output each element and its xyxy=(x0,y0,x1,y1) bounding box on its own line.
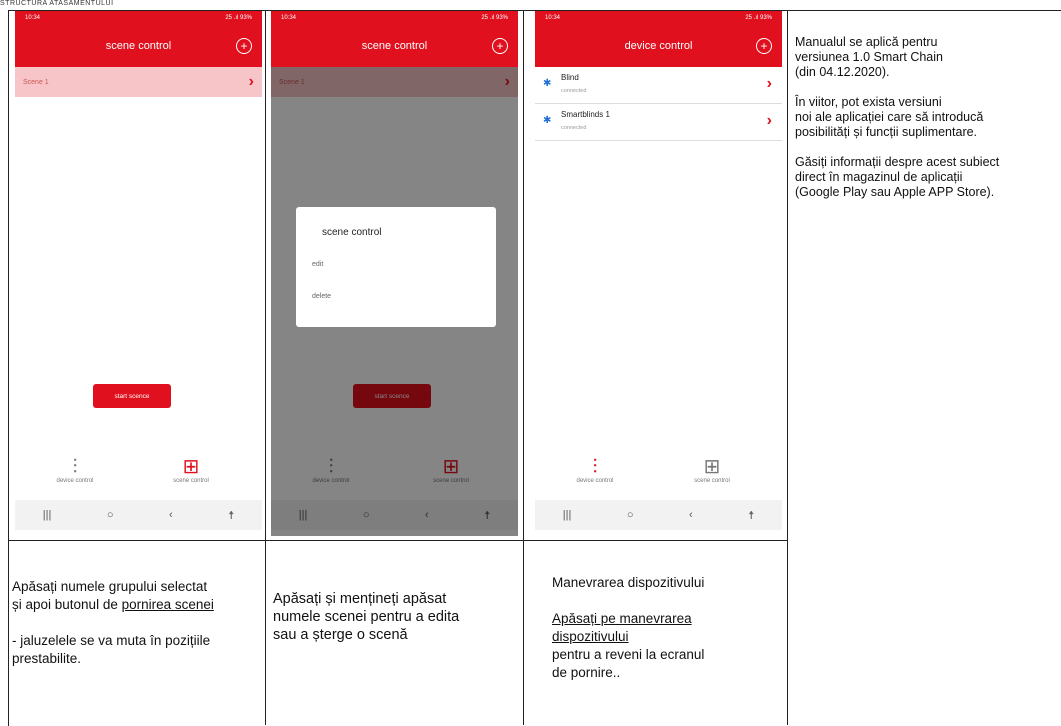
device-name: Blind xyxy=(561,73,579,82)
status-time: 10:34 xyxy=(281,15,297,21)
home-icon[interactable]: ○ xyxy=(107,509,114,521)
device-status: connected xyxy=(561,88,587,94)
home-icon[interactable]: ○ xyxy=(627,509,634,521)
android-nav-bar: ||| ○ ‹ ☨ xyxy=(15,500,262,530)
status-time: 10:34 xyxy=(25,15,41,21)
tab-scene-control[interactable]: ⊞ scene control xyxy=(151,456,231,484)
info-column: Manualul se aplică pentru versiunea 1.0 … xyxy=(795,35,1061,215)
tab-device-control[interactable]: ⫶ device control xyxy=(35,456,115,484)
tab-label: device control xyxy=(56,478,94,484)
status-indicators: 25 .ıl 93% xyxy=(481,15,508,21)
phone-screenshot-scene-control: 10:34 25 .ıl 93% scene control + Scene 1… xyxy=(15,11,262,536)
add-icon[interactable]: + xyxy=(756,38,772,54)
sliders-icon: ⫶ xyxy=(592,456,598,478)
caption-panel1: Apăsați numele grupului selectat și apoi… xyxy=(12,578,262,668)
app-title: device control xyxy=(624,40,693,52)
status-bar: 10:34 25 .ıl 93% xyxy=(271,11,518,25)
caption-line: - jaluzelele se va muta în pozițiile xyxy=(12,633,211,648)
dialog-title: scene control xyxy=(322,227,382,238)
caption-line: pentru a reveni la ecranul xyxy=(552,647,705,662)
back-icon[interactable]: ‹ xyxy=(689,509,693,521)
accessibility-icon[interactable]: ☨ xyxy=(228,509,234,522)
caption-line: prestabilite. xyxy=(12,651,82,666)
bottom-tabs: ⫶ device control ⊞ scene control xyxy=(535,456,782,500)
grid-plus-icon: ⊞ xyxy=(703,456,721,478)
add-icon[interactable]: + xyxy=(492,38,508,54)
status-bar: 10:34 25 .ıl 93% xyxy=(15,11,262,25)
tab-device-control[interactable]: ⫶ device control xyxy=(555,456,635,484)
app-title: scene control xyxy=(105,40,172,52)
app-title: scene control xyxy=(361,40,428,52)
row-divider xyxy=(8,540,787,541)
sliders-icon: ⫶ xyxy=(72,456,78,478)
bottom-tabs: ⫶ device control ⊞ scene control xyxy=(15,456,262,500)
device-status: connected xyxy=(561,125,587,131)
status-time: 10:34 xyxy=(545,15,561,21)
caption-link: dispozitivului xyxy=(552,629,629,644)
info-paragraph: Găsiți informații despre acest subiect d… xyxy=(795,155,1000,199)
caption-line: și apoi butonul de pornirea scenei xyxy=(12,596,262,614)
scene-list-item[interactable]: Scene 1 › xyxy=(15,67,262,97)
start-scene-button[interactable]: start scence xyxy=(93,384,171,408)
tab-label: scene control xyxy=(694,478,730,484)
app-bar: device control + xyxy=(535,25,782,67)
recents-icon[interactable]: ||| xyxy=(563,509,572,521)
caption-line: sau a șterge o scenă xyxy=(273,627,408,643)
delete-option[interactable]: delete xyxy=(312,293,331,300)
status-bar: 10:34 25 .ıl 93% xyxy=(535,11,782,25)
caption-line: Apăsați numele grupului selectat xyxy=(12,579,208,594)
status-indicators: 25 .ıl 93% xyxy=(225,15,252,21)
device-list-item[interactable]: ✱ Smartblinds 1 connected › xyxy=(535,104,782,141)
device-name: Smartblinds 1 xyxy=(561,110,610,119)
status-indicators: 25 .ıl 93% xyxy=(745,15,772,21)
column-divider xyxy=(787,10,788,725)
back-icon[interactable]: ‹ xyxy=(169,509,173,521)
grid-plus-icon: ⊞ xyxy=(182,456,200,478)
recents-icon[interactable]: ||| xyxy=(43,509,52,521)
column-divider xyxy=(523,10,524,725)
bluetooth-icon: ✱ xyxy=(543,78,552,89)
add-icon[interactable]: + xyxy=(236,38,252,54)
page-header-fragment: STRUCTURA ATASAMENTULUI xyxy=(0,0,114,7)
caption-link: Apăsați pe manevrarea xyxy=(552,611,692,626)
phone-screenshot-scene-dialog: 10:34 25 .ıl 93% scene control + Scene 1… xyxy=(271,11,518,536)
caption-panel2: Apăsați și mențineți apăsat numele scene… xyxy=(273,590,523,644)
chevron-right-icon: › xyxy=(766,112,772,129)
scene-options-dialog: scene control edit delete xyxy=(296,207,496,327)
caption-line: numele scenei pentru a edita xyxy=(273,609,460,625)
chevron-right-icon: › xyxy=(766,75,772,92)
caption-line: de pornire.. xyxy=(552,665,621,680)
android-nav-bar: ||| ○ ‹ ☨ xyxy=(535,500,782,530)
caption-line: Apăsați și mențineți apăsat xyxy=(273,591,447,607)
chevron-right-icon: › xyxy=(248,73,254,90)
tab-label: device control xyxy=(576,478,614,484)
caption-link: pornirea scenei xyxy=(121,597,214,612)
info-paragraph: Manualul se aplică pentru versiunea 1.0 … xyxy=(795,35,943,79)
phone-screenshot-device-control: 10:34 25 .ıl 93% device control + ✱ Blin… xyxy=(535,11,782,536)
caption-title: Manevrarea dispozitivului xyxy=(552,575,705,590)
info-paragraph: În viitor, pot exista versiuni noi ale a… xyxy=(795,95,984,139)
app-bar: scene control + xyxy=(15,25,262,67)
edit-option[interactable]: edit xyxy=(312,261,323,268)
tab-label: scene control xyxy=(173,478,209,484)
tab-scene-control[interactable]: ⊞ scene control xyxy=(672,456,752,484)
bluetooth-icon: ✱ xyxy=(543,115,552,126)
caption-panel3: Manevrarea dispozitivului Apăsați pe man… xyxy=(552,574,787,682)
accessibility-icon[interactable]: ☨ xyxy=(748,509,754,522)
device-list-item[interactable]: ✱ Blind connected › xyxy=(535,67,782,104)
scene-name: Scene 1 xyxy=(23,78,49,86)
column-divider xyxy=(265,10,266,725)
caption-text: și apoi butonul de xyxy=(12,597,122,612)
app-bar: scene control + xyxy=(271,25,518,67)
